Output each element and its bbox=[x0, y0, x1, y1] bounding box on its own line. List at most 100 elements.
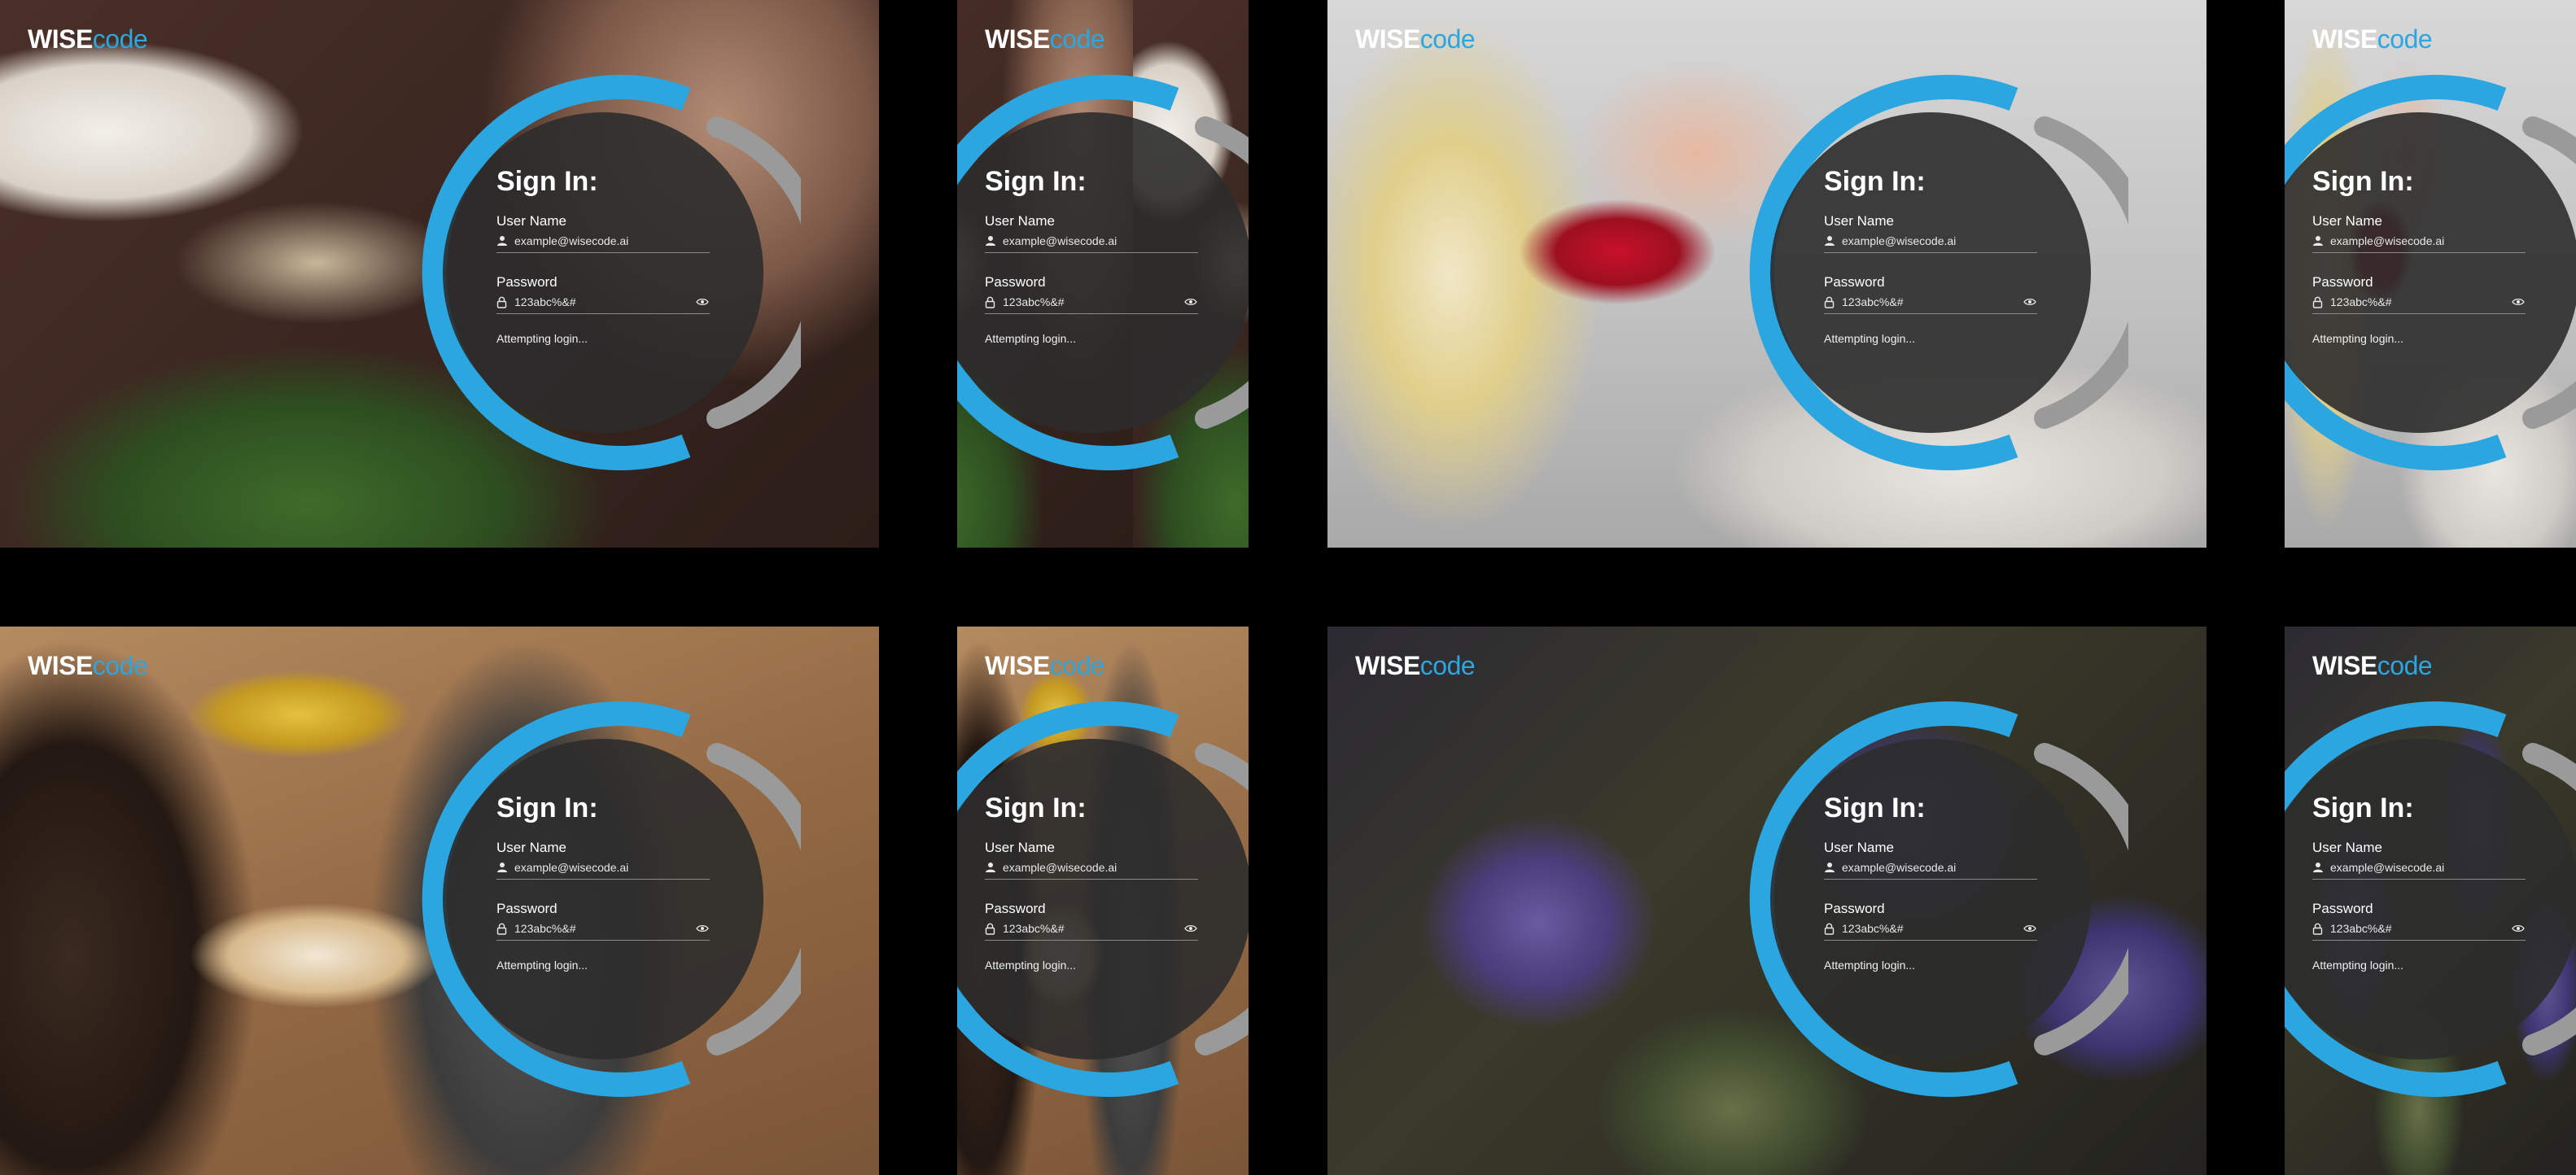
login-form: Sign In: User Name example@wisecode.ai P… bbox=[2312, 794, 2526, 972]
password-value: 123abc%&# bbox=[514, 295, 576, 308]
login-form: Sign In: User Name example@wisecode.ai P… bbox=[496, 168, 710, 345]
password-value: 123abc%&# bbox=[2330, 295, 2392, 308]
screen-artichoke-desktop: WISEcode Sign In: User Name example@wise… bbox=[1327, 627, 2206, 1175]
eye-icon[interactable] bbox=[1183, 923, 1198, 934]
login-widget: Sign In: User Name example@wisecode.ai P… bbox=[2285, 75, 2576, 470]
lock-icon bbox=[1824, 295, 1840, 309]
password-label: Password bbox=[496, 274, 558, 290]
logo: WISEcode bbox=[1355, 651, 1476, 680]
eye-icon[interactable] bbox=[695, 296, 710, 308]
username-label: User Name bbox=[2312, 840, 2382, 855]
screen-baby-mobile: WISEcode Sign In: User Name example@wise… bbox=[2285, 0, 2576, 548]
login-form: Sign In: User Name example@wisecode.ai P… bbox=[1824, 794, 2037, 972]
eye-icon[interactable] bbox=[2023, 296, 2037, 308]
username-label: User Name bbox=[1824, 213, 1894, 229]
username-field[interactable]: example@wisecode.ai bbox=[1824, 229, 2037, 253]
user-icon bbox=[985, 234, 1001, 248]
login-widget: Sign In: User Name example@wisecode.ai P… bbox=[1733, 701, 2128, 1097]
logo: WISEcode bbox=[28, 651, 148, 680]
username-label: User Name bbox=[496, 213, 566, 229]
logo: WISEcode bbox=[985, 651, 1105, 680]
lock-icon bbox=[1824, 921, 1840, 936]
username-value: example@wisecode.ai bbox=[1003, 861, 1117, 874]
login-widget: Sign In: User Name example@wisecode.ai P… bbox=[405, 701, 801, 1097]
login-widget: Sign In: User Name example@wisecode.ai P… bbox=[957, 701, 1249, 1097]
screen-baby-desktop: WISEcode Sign In: User Name example@wise… bbox=[1327, 0, 2206, 548]
user-icon bbox=[1824, 860, 1840, 875]
login-status: Attempting login... bbox=[1824, 332, 1916, 345]
username-label: User Name bbox=[2312, 213, 2382, 229]
password-field[interactable]: 123abc%&# bbox=[496, 290, 710, 314]
username-field[interactable]: example@wisecode.ai bbox=[496, 856, 710, 880]
login-status: Attempting login... bbox=[1824, 959, 1916, 972]
username-label: User Name bbox=[985, 213, 1055, 229]
user-icon bbox=[2312, 234, 2329, 248]
password-value: 123abc%&# bbox=[1003, 922, 1065, 935]
password-field[interactable]: 123abc%&# bbox=[1824, 290, 2037, 314]
password-label: Password bbox=[985, 274, 1046, 290]
username-value: example@wisecode.ai bbox=[2330, 234, 2445, 247]
sign-in-title: Sign In: bbox=[2312, 166, 2414, 197]
eye-icon[interactable] bbox=[2511, 296, 2526, 308]
sign-in-title: Sign In: bbox=[496, 166, 598, 197]
eye-icon[interactable] bbox=[2511, 923, 2526, 934]
password-label: Password bbox=[496, 901, 558, 916]
password-label: Password bbox=[1824, 901, 1885, 916]
username-value: example@wisecode.ai bbox=[1003, 234, 1117, 247]
password-field[interactable]: 123abc%&# bbox=[496, 917, 710, 941]
screen-salad-desktop: WISEcode Sign In: User Name example@wise… bbox=[0, 0, 879, 548]
password-value: 123abc%&# bbox=[514, 922, 576, 935]
login-status: Attempting login... bbox=[496, 332, 588, 345]
login-status: Attempting login... bbox=[985, 959, 1077, 972]
password-field[interactable]: 123abc%&# bbox=[1824, 917, 2037, 941]
screen-oats-desktop: WISEcode Sign In: User Name example@wise… bbox=[0, 627, 879, 1175]
logo: WISEcode bbox=[28, 24, 148, 54]
eye-icon[interactable] bbox=[1183, 296, 1198, 308]
username-field[interactable]: example@wisecode.ai bbox=[2312, 229, 2526, 253]
login-status: Attempting login... bbox=[2312, 959, 2404, 972]
lock-icon bbox=[985, 295, 1001, 309]
screen-artichoke-mobile: WISEcode Sign In: User Name example@wise… bbox=[2285, 627, 2576, 1175]
password-value: 123abc%&# bbox=[1003, 295, 1065, 308]
username-field[interactable]: example@wisecode.ai bbox=[496, 229, 710, 253]
username-label: User Name bbox=[1824, 840, 1894, 855]
password-label: Password bbox=[2312, 274, 2373, 290]
password-label: Password bbox=[1824, 274, 1885, 290]
password-label: Password bbox=[2312, 901, 2373, 916]
password-field[interactable]: 123abc%&# bbox=[985, 290, 1198, 314]
sign-in-title: Sign In: bbox=[1824, 166, 1926, 197]
user-icon bbox=[985, 860, 1001, 875]
login-form: Sign In: User Name example@wisecode.ai P… bbox=[985, 794, 1198, 972]
username-field[interactable]: example@wisecode.ai bbox=[985, 229, 1198, 253]
user-icon bbox=[1824, 234, 1840, 248]
lock-icon bbox=[496, 921, 513, 936]
password-value: 123abc%&# bbox=[2330, 922, 2392, 935]
username-field[interactable]: example@wisecode.ai bbox=[1824, 856, 2037, 880]
username-value: example@wisecode.ai bbox=[1842, 234, 1957, 247]
login-status: Attempting login... bbox=[2312, 332, 2404, 345]
login-widget: Sign In: User Name example@wisecode.ai P… bbox=[1733, 75, 2128, 470]
username-value: example@wisecode.ai bbox=[514, 861, 629, 874]
user-icon bbox=[496, 234, 513, 248]
username-label: User Name bbox=[496, 840, 566, 855]
user-icon bbox=[496, 860, 513, 875]
sign-in-title: Sign In: bbox=[985, 166, 1087, 197]
password-field[interactable]: 123abc%&# bbox=[985, 917, 1198, 941]
password-field[interactable]: 123abc%&# bbox=[2312, 290, 2526, 314]
password-field[interactable]: 123abc%&# bbox=[2312, 917, 2526, 941]
password-value: 123abc%&# bbox=[1842, 295, 1904, 308]
lock-icon bbox=[985, 921, 1001, 936]
lock-icon bbox=[2312, 921, 2329, 936]
sign-in-title: Sign In: bbox=[1824, 793, 1926, 823]
eye-icon[interactable] bbox=[695, 923, 710, 934]
lock-icon bbox=[2312, 295, 2329, 309]
username-value: example@wisecode.ai bbox=[2330, 861, 2445, 874]
screen-salad-mobile: WISEcode Sign In: User Name example@wise… bbox=[957, 0, 1249, 548]
username-value: example@wisecode.ai bbox=[1842, 861, 1957, 874]
username-field[interactable]: example@wisecode.ai bbox=[2312, 856, 2526, 880]
username-field[interactable]: example@wisecode.ai bbox=[985, 856, 1198, 880]
user-icon bbox=[2312, 860, 2329, 875]
eye-icon[interactable] bbox=[2023, 923, 2037, 934]
lock-icon bbox=[496, 295, 513, 309]
password-value: 123abc%&# bbox=[1842, 922, 1904, 935]
